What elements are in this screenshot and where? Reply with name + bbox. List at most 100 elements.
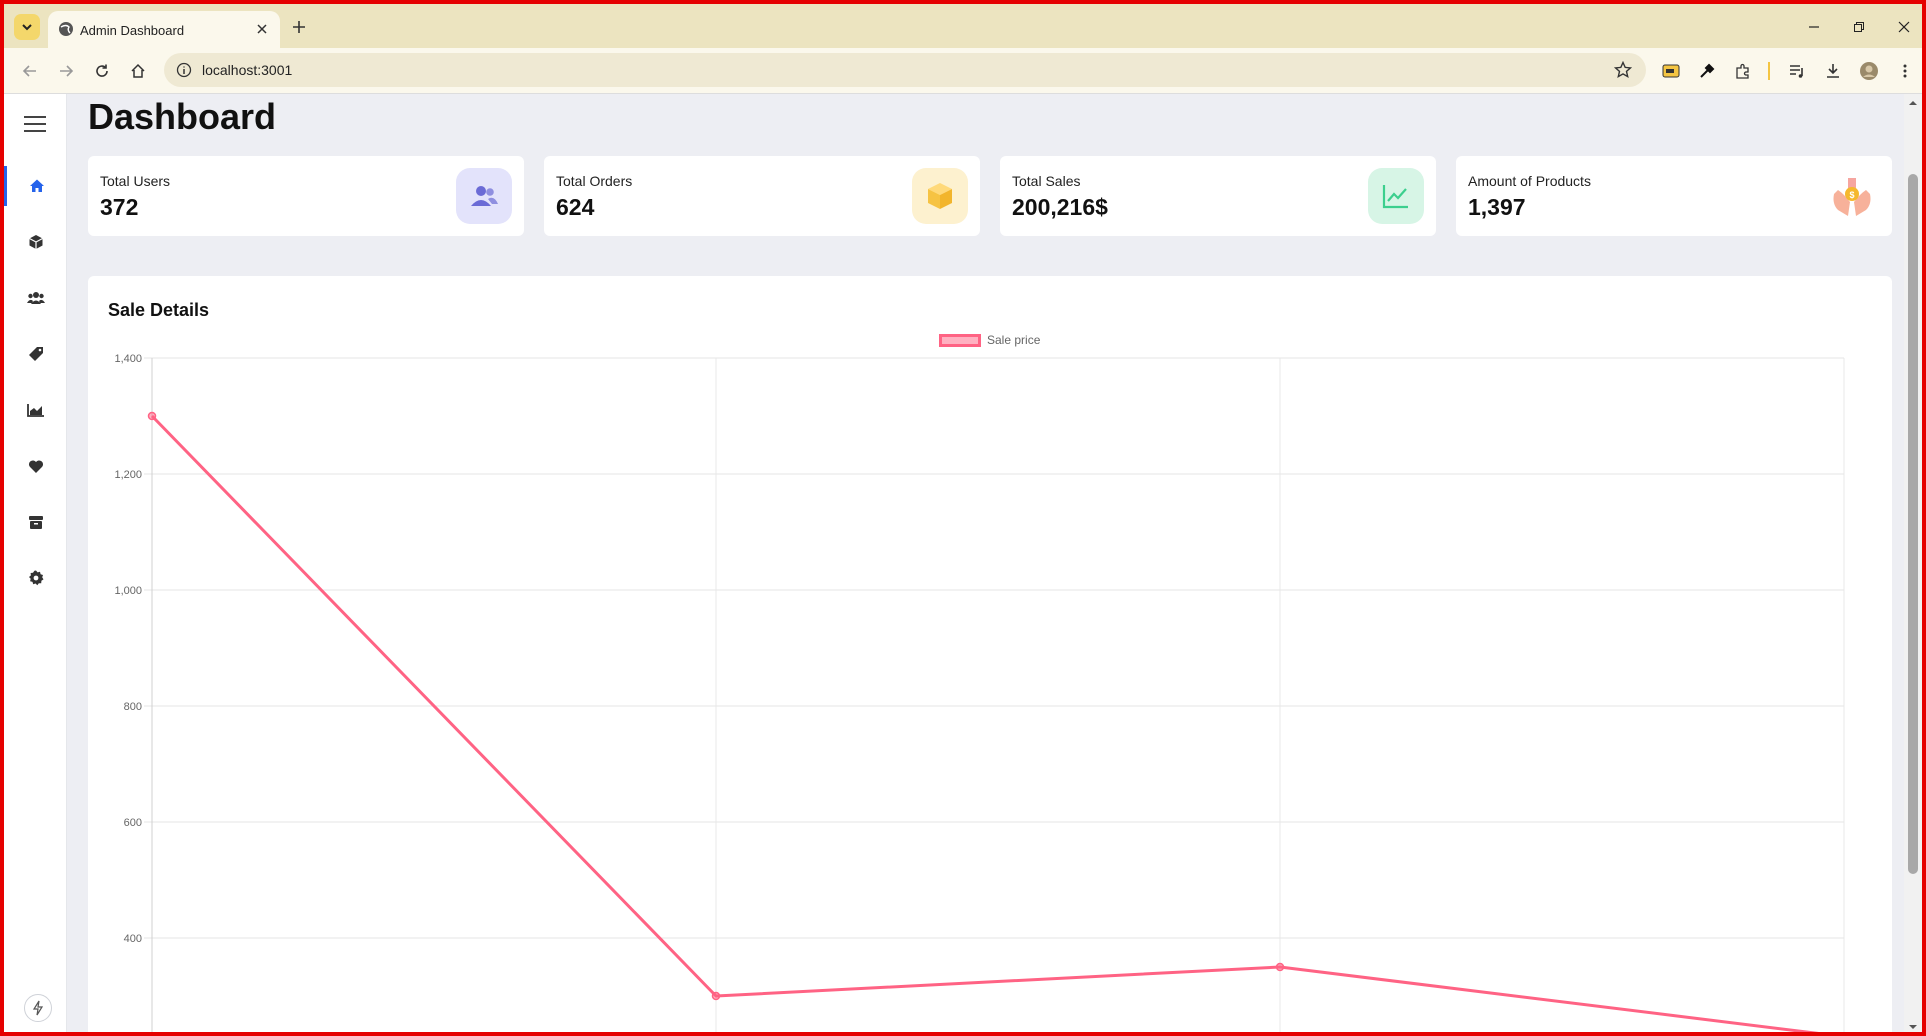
stat-icon-box: $ bbox=[1824, 168, 1880, 224]
url-text: localhost:3001 bbox=[202, 62, 293, 78]
chart-area-icon bbox=[26, 404, 44, 417]
y-tick-label: 800 bbox=[124, 701, 142, 713]
settings-icon bbox=[28, 570, 43, 586]
globe-icon bbox=[59, 22, 73, 36]
y-tick-label: 400 bbox=[124, 933, 142, 945]
svg-text:$: $ bbox=[1849, 190, 1854, 200]
sidebar-item-favorites[interactable] bbox=[4, 446, 67, 486]
data-point bbox=[1275, 962, 1285, 972]
scrollbar-thumb[interactable] bbox=[1908, 174, 1918, 874]
media-button[interactable] bbox=[1786, 60, 1808, 82]
stat-label: Total Sales bbox=[1012, 173, 1081, 189]
series-line bbox=[150, 414, 1819, 1032]
arrow-left-icon bbox=[22, 65, 36, 77]
chart-line-icon bbox=[1382, 185, 1408, 209]
info-icon bbox=[176, 62, 192, 78]
data-point bbox=[711, 991, 721, 1001]
sale-line-chart: 1,400 1,200 1,000 800 600 400 bbox=[114, 353, 1845, 1032]
tab-bar: Admin Dashboard bbox=[4, 4, 1922, 48]
stat-value: 372 bbox=[100, 194, 139, 220]
tag-icon bbox=[28, 347, 43, 361]
minimize-button[interactable] bbox=[1801, 14, 1827, 40]
scroll-up-icon[interactable] bbox=[1908, 98, 1918, 108]
y-tick-label: 1,200 bbox=[114, 469, 142, 481]
reload-icon bbox=[96, 64, 108, 77]
close-icon bbox=[257, 24, 267, 34]
more-vertical-icon bbox=[1903, 64, 1907, 78]
eyedropper-icon bbox=[1700, 63, 1715, 78]
heart-icon bbox=[28, 459, 43, 473]
downloads-button[interactable] bbox=[1822, 60, 1844, 82]
menu-button[interactable] bbox=[1894, 60, 1916, 82]
users-icon bbox=[26, 292, 45, 304]
extension-button[interactable] bbox=[1660, 60, 1682, 82]
wallet-icon bbox=[1662, 64, 1680, 78]
sidebar-item-inventory[interactable] bbox=[4, 502, 67, 542]
stat-value: 624 bbox=[556, 194, 595, 220]
sidebar-item-products[interactable] bbox=[4, 222, 67, 262]
new-tab-button[interactable] bbox=[288, 16, 310, 38]
close-tab-button[interactable] bbox=[252, 19, 272, 39]
back-button[interactable] bbox=[18, 59, 42, 83]
cube-icon bbox=[28, 235, 43, 249]
quick-action-button[interactable] bbox=[24, 994, 52, 1022]
lightning-icon bbox=[32, 1000, 44, 1016]
puzzle-icon bbox=[1736, 63, 1749, 79]
extensions-button[interactable] bbox=[1732, 60, 1754, 82]
stat-label: Total Users bbox=[100, 173, 171, 189]
browser-window: Admin Dashboard localhost:3001 Dashboard… bbox=[0, 0, 1926, 1036]
home-button[interactable] bbox=[126, 59, 150, 83]
data-point bbox=[147, 411, 157, 421]
stat-value: 200,216$ bbox=[1012, 194, 1108, 220]
toolbar-divider bbox=[1768, 62, 1770, 80]
sidebar-item-tags[interactable] bbox=[4, 334, 67, 374]
star-icon[interactable] bbox=[1614, 61, 1632, 79]
y-tick-label: 600 bbox=[124, 817, 142, 829]
profile-button[interactable] bbox=[1858, 60, 1880, 82]
sale-details-panel: Sale Details Sale price 1,400 1,200 1,000 8… bbox=[88, 276, 1892, 1032]
stat-icon-box bbox=[912, 168, 968, 224]
stat-card-users: Total Users 372 bbox=[88, 156, 524, 236]
main-content: Dashboard Total Users 372 Total Orders 6… bbox=[68, 94, 1912, 1032]
sidebar-item-settings[interactable] bbox=[4, 558, 67, 598]
page-title: Dashboard bbox=[88, 96, 277, 137]
y-tick-label: 1,400 bbox=[114, 353, 142, 365]
arrow-right-icon bbox=[60, 65, 74, 77]
restore-icon bbox=[1854, 22, 1864, 32]
reload-button[interactable] bbox=[90, 59, 114, 83]
avatar bbox=[1860, 62, 1878, 80]
hamburger-menu-icon[interactable] bbox=[22, 114, 48, 134]
close-icon bbox=[1898, 21, 1910, 33]
home-icon bbox=[30, 179, 44, 192]
stat-value: 1,397 bbox=[1468, 194, 1526, 220]
close-window-button[interactable] bbox=[1891, 14, 1917, 40]
browser-toolbar: localhost:3001 bbox=[4, 48, 1922, 94]
sidebar-item-users[interactable] bbox=[4, 278, 67, 318]
browser-tab[interactable]: Admin Dashboard bbox=[48, 11, 280, 48]
stat-icon-box bbox=[1368, 168, 1424, 224]
sidebar-item-analytics[interactable] bbox=[4, 390, 67, 430]
stat-card-sales: Total Sales 200,216$ bbox=[1000, 156, 1436, 236]
media-queue-icon bbox=[1790, 65, 1803, 78]
address-bar[interactable]: localhost:3001 bbox=[164, 53, 1646, 87]
stat-label: Amount of Products bbox=[1468, 173, 1591, 189]
box-icon bbox=[928, 183, 952, 209]
restore-button[interactable] bbox=[1846, 14, 1872, 40]
sidebar-item-home[interactable] bbox=[4, 166, 67, 206]
y-tick-label: 1,000 bbox=[114, 585, 142, 597]
eyedropper-button[interactable] bbox=[1696, 60, 1718, 82]
plus-icon bbox=[293, 21, 305, 33]
tab-search-button[interactable] bbox=[14, 14, 40, 40]
hands-coin-icon: $ bbox=[1833, 178, 1871, 216]
home-icon bbox=[131, 63, 145, 78]
tab-title: Admin Dashboard bbox=[80, 23, 185, 38]
stat-icon-box bbox=[456, 168, 512, 224]
forward-button[interactable] bbox=[54, 59, 78, 83]
download-icon bbox=[1827, 64, 1839, 78]
stat-card-orders: Total Orders 624 bbox=[544, 156, 980, 236]
scroll-down-icon[interactable] bbox=[1908, 1022, 1918, 1032]
stat-label: Total Orders bbox=[556, 173, 633, 189]
page-scrollbar[interactable] bbox=[1904, 94, 1922, 1032]
sidebar bbox=[4, 94, 67, 1032]
box-icon bbox=[28, 516, 43, 529]
